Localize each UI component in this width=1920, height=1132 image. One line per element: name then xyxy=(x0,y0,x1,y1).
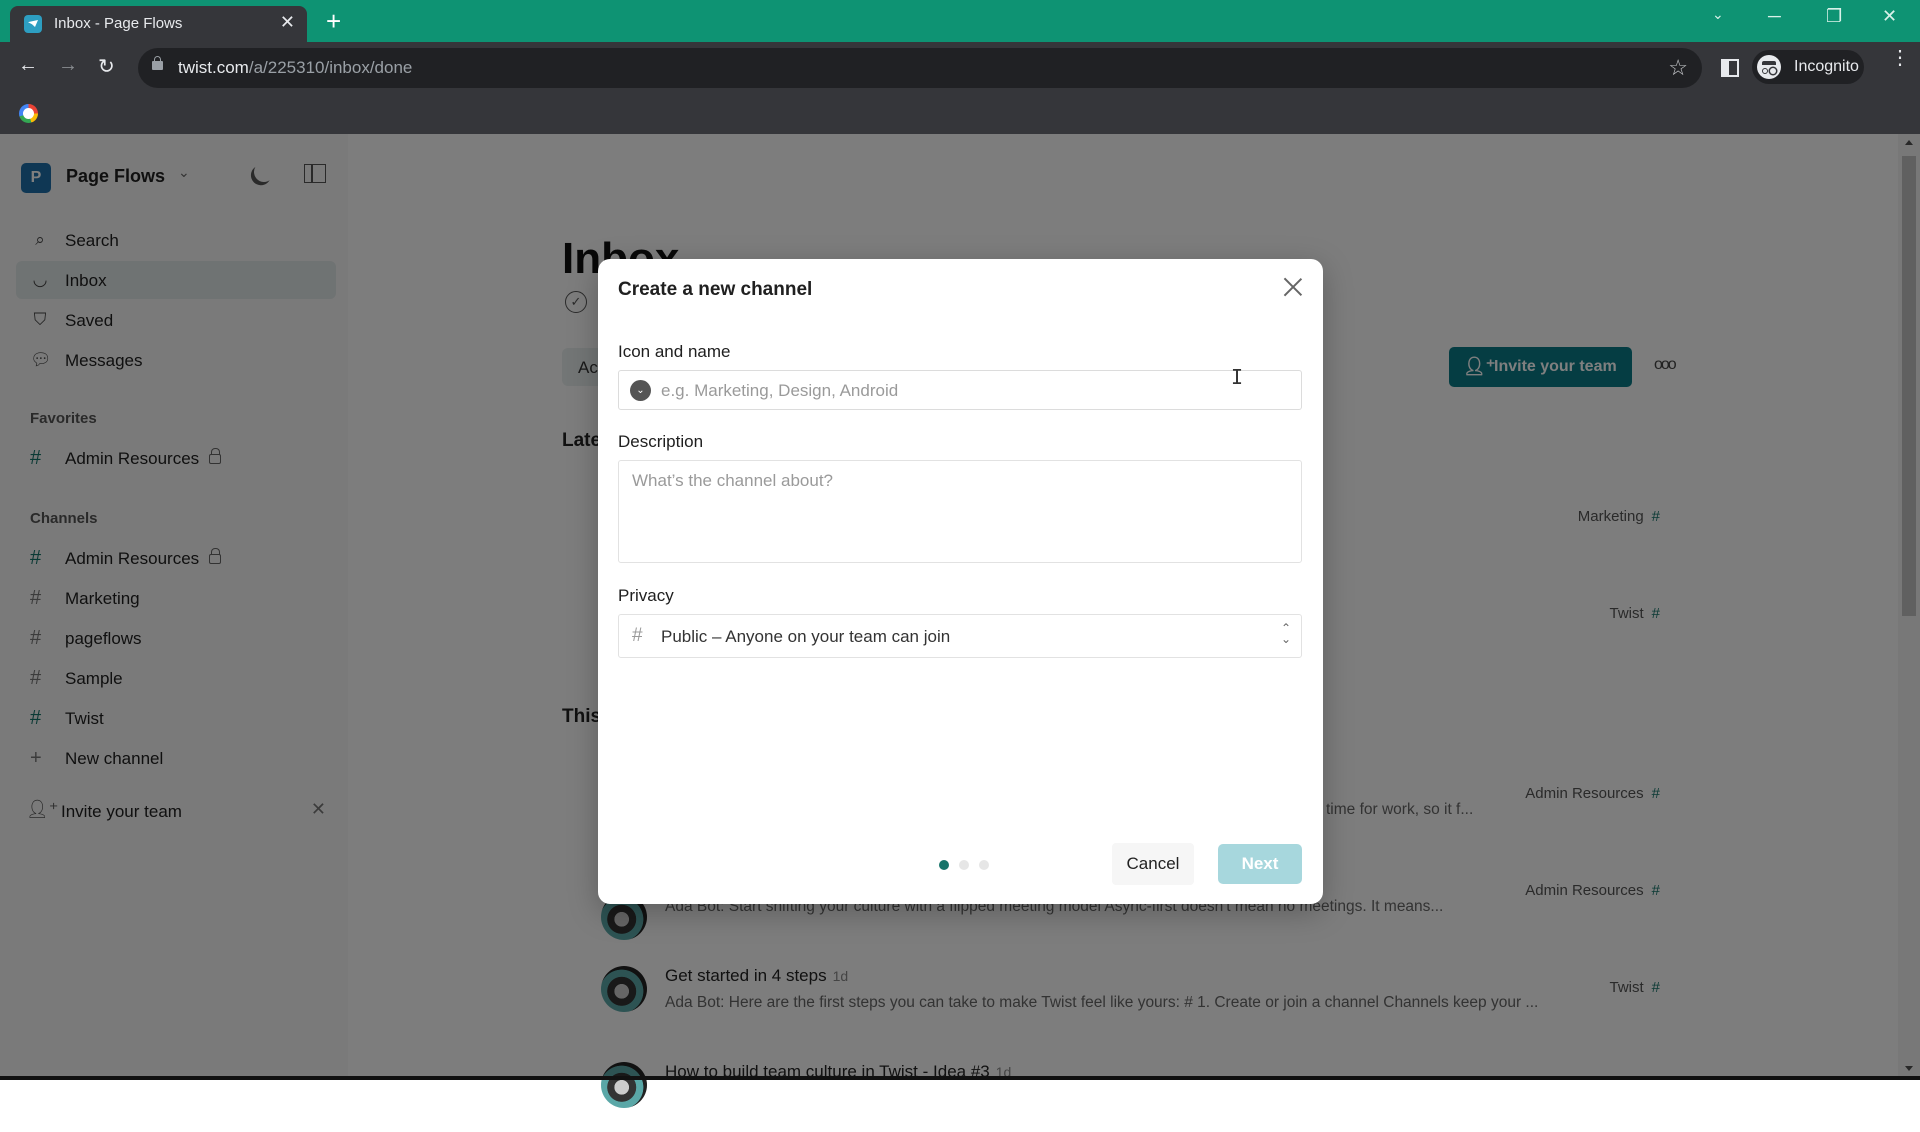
restore-icon[interactable]: ❐ xyxy=(1826,6,1842,27)
step-dot xyxy=(979,860,989,870)
cancel-button[interactable]: Cancel xyxy=(1112,843,1194,885)
dialog-title: Create a new channel xyxy=(618,279,813,300)
tab-search-chevron-icon[interactable]: ⌄ xyxy=(1712,6,1724,23)
browser-tab-bar: Inbox - Page Flows ✕ + ⌄ ─ ❐ ✕ xyxy=(0,0,1920,42)
channel-icon-picker-icon[interactable]: ⌄ xyxy=(630,380,651,401)
bookmarks-bar xyxy=(0,94,1920,134)
public-hash-icon: # xyxy=(632,625,643,646)
description-textarea[interactable]: What’s the channel about? xyxy=(618,460,1302,563)
tab-title: Inbox - Page Flows xyxy=(54,15,183,32)
browser-toolbar: ← → ↻ twist.com/a/225310/inbox/done ☆ In… xyxy=(0,42,1920,94)
select-arrows-icon: ⌃ ⌄ xyxy=(1280,621,1291,646)
url-text[interactable]: twist.com/a/225310/inbox/done xyxy=(178,58,412,78)
browser-tab[interactable]: Inbox - Page Flows ✕ xyxy=(10,6,307,42)
step-dot xyxy=(959,860,969,870)
address-bar[interactable]: twist.com/a/225310/inbox/done ☆ xyxy=(138,48,1702,88)
privacy-label: Privacy xyxy=(618,586,674,605)
privacy-select[interactable]: # Public – Anyone on your team can join … xyxy=(618,614,1302,658)
new-tab-button[interactable]: + xyxy=(326,6,341,36)
name-label: Icon and name xyxy=(618,342,731,361)
next-button[interactable]: Next xyxy=(1218,844,1302,884)
create-channel-dialog: Create a new channel Icon and name ⌄ e.g… xyxy=(598,259,1323,904)
twist-favicon-icon xyxy=(24,15,42,33)
bookmark-star-icon[interactable]: ☆ xyxy=(1668,55,1688,81)
incognito-icon xyxy=(1757,55,1781,79)
screen-bottom-edge xyxy=(0,1076,1920,1080)
browser-menu-icon[interactable]: ⋮ xyxy=(1890,48,1910,68)
reload-icon[interactable]: ↻ xyxy=(98,54,115,79)
minimize-icon[interactable]: ─ xyxy=(1768,6,1781,27)
google-icon[interactable] xyxy=(19,104,38,123)
side-panel-icon[interactable] xyxy=(1721,59,1739,77)
back-icon[interactable]: ← xyxy=(18,54,38,77)
channel-name-input[interactable]: ⌄ e.g. Marketing, Design, Android xyxy=(618,370,1302,410)
text-cursor-icon: I xyxy=(1231,365,1244,389)
tab-close-icon[interactable]: ✕ xyxy=(280,12,295,33)
step-dot-active xyxy=(939,860,949,870)
lock-icon xyxy=(152,56,163,70)
description-label: Description xyxy=(618,432,704,451)
close-icon[interactable] xyxy=(1281,275,1305,299)
window-close-icon[interactable]: ✕ xyxy=(1882,6,1897,27)
incognito-badge[interactable]: Incognito xyxy=(1752,50,1864,84)
forward-icon[interactable]: → xyxy=(58,54,78,77)
